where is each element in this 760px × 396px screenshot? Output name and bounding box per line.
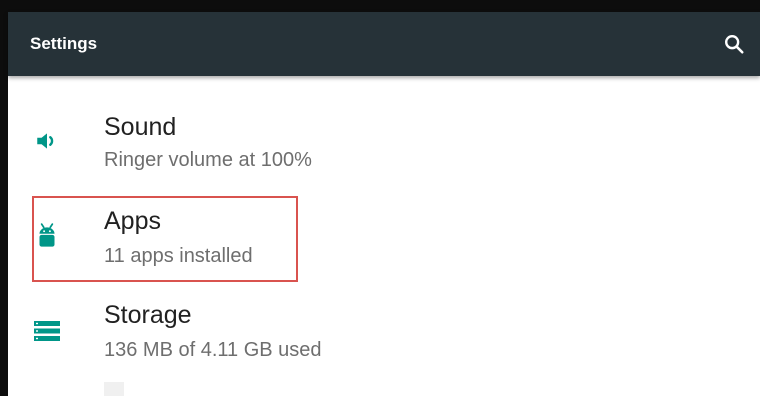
search-icon [725, 35, 744, 54]
volume-icon [32, 126, 62, 156]
settings-item-subtitle: 11 apps installed [104, 245, 253, 267]
scrolled-item-fragment [104, 382, 124, 396]
screen: Settings Sound Ringer volume at 100% App… [0, 0, 760, 396]
settings-item-storage[interactable]: Storage 136 MB of 4.11 GB used [8, 288, 760, 382]
left-edge [0, 0, 8, 396]
storage-icon [32, 316, 62, 346]
android-icon [32, 222, 62, 252]
search-button[interactable] [718, 28, 750, 60]
settings-item-title: Apps [104, 207, 161, 235]
app-bar: Settings [8, 12, 760, 76]
settings-item-subtitle: 136 MB of 4.11 GB used [104, 339, 322, 361]
settings-list: Sound Ringer volume at 100% Apps 11 apps… [8, 76, 760, 396]
settings-item-title: Sound [104, 113, 177, 141]
settings-item-apps[interactable]: Apps 11 apps installed [8, 192, 760, 286]
settings-item-title: Storage [104, 301, 192, 329]
top-edge [0, 0, 760, 12]
settings-item-subtitle: Ringer volume at 100% [104, 149, 312, 171]
settings-item-sound[interactable]: Sound Ringer volume at 100% [8, 98, 760, 192]
app-bar-title: Settings [30, 34, 98, 53]
